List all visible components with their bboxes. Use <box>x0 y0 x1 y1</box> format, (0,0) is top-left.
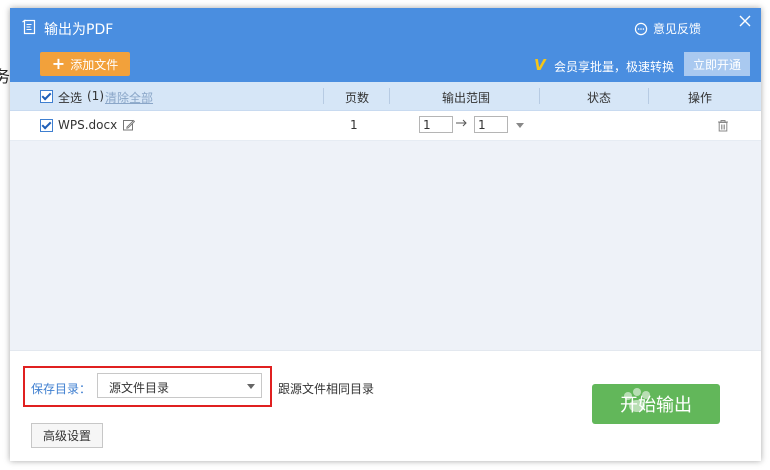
select-all-label: 全选 <box>58 91 83 105</box>
vip-promo-text: 会员享批量，极速转换 <box>554 60 675 74</box>
trash-icon[interactable] <box>717 119 729 135</box>
column-divider <box>323 88 324 104</box>
advanced-settings-label: 高级设置 <box>42 429 91 443</box>
plus-icon: + <box>51 54 66 73</box>
file-list-area <box>10 141 761 350</box>
range-dropdown-icon[interactable] <box>516 123 524 128</box>
divider <box>10 350 761 351</box>
column-divider <box>648 88 649 104</box>
column-divider <box>389 88 390 104</box>
background-text-fragment: 务 <box>0 67 11 86</box>
arrow-right-icon <box>456 118 468 131</box>
column-header-range: 输出范围 <box>442 91 491 105</box>
pdf-file-icon <box>22 19 38 35</box>
range-from-input[interactable]: 1 <box>419 116 453 133</box>
table-row: WPS.docx 1 1 1 <box>10 110 761 141</box>
range-to-input[interactable]: 1 <box>474 116 508 133</box>
column-divider <box>539 88 540 104</box>
add-file-label: 添加文件 <box>70 57 119 72</box>
page-count: 1 <box>350 118 358 132</box>
dialog-title: 输出为PDF <box>44 22 114 38</box>
select-all-checkbox[interactable] <box>40 90 53 103</box>
highlight-annotation-box <box>23 366 272 407</box>
column-header-action: 操作 <box>688 91 713 105</box>
column-header-status: 状态 <box>587 91 612 105</box>
export-pdf-dialog: 输出为PDF 意见反馈 + 添加文件 V 会员享批量，极速转换 立即开通 全选 … <box>10 8 761 461</box>
save-directory-hint: 跟源文件相同目录 <box>278 382 375 396</box>
clear-all-link[interactable]: 清除全部 <box>105 89 153 106</box>
vip-icon: V <box>534 56 546 74</box>
open-membership-button[interactable]: 立即开通 <box>684 52 750 76</box>
chat-bubble-icon <box>634 22 648 35</box>
feedback-button[interactable]: 意见反馈 <box>634 20 701 37</box>
edit-icon[interactable] <box>123 119 136 134</box>
close-icon[interactable] <box>737 14 753 30</box>
file-checkbox[interactable] <box>40 119 53 132</box>
add-file-button[interactable]: + 添加文件 <box>40 52 130 76</box>
file-name: WPS.docx <box>58 118 118 132</box>
advanced-settings-button[interactable]: 高级设置 <box>31 423 103 448</box>
select-count: (1) <box>87 89 104 103</box>
open-membership-label: 立即开通 <box>692 57 741 72</box>
paw-watermark-icon <box>610 386 670 423</box>
table-header: 全选 (1) 清除全部 页数 输出范围 状态 操作 <box>10 82 761 111</box>
title-bar: 输出为PDF 意见反馈 + 添加文件 V 会员享批量，极速转换 立即开通 <box>10 8 761 82</box>
column-header-pages: 页数 <box>345 91 370 105</box>
feedback-label: 意见反馈 <box>653 22 702 36</box>
